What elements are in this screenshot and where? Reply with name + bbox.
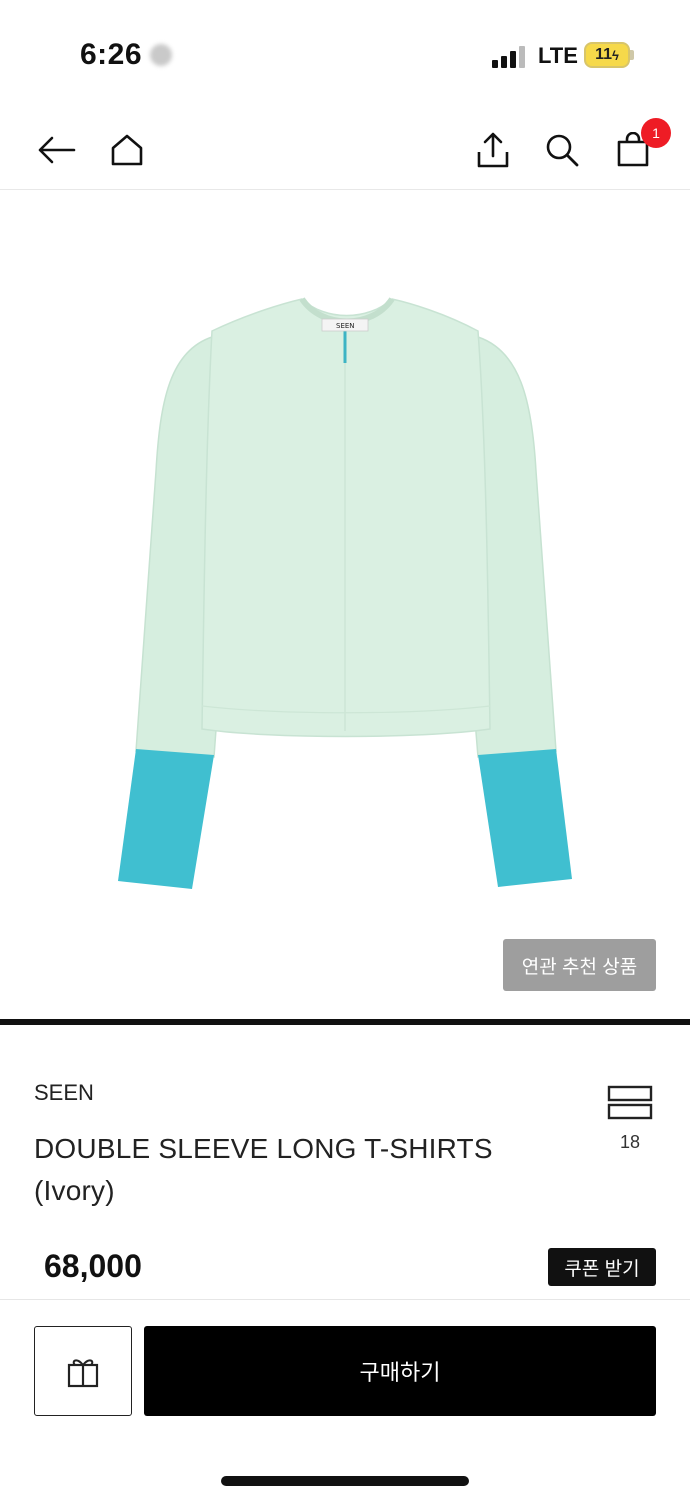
product-title: DOUBLE SLEEVE LONG T-SHIRTS (Ivory)	[34, 1133, 493, 1206]
wishlist-count: 18	[619, 1132, 641, 1152]
signal-icon	[492, 46, 526, 68]
back-arrow-icon[interactable]	[34, 128, 78, 172]
gift-button[interactable]	[34, 1326, 132, 1416]
home-icon[interactable]	[105, 128, 149, 172]
battery-icon: 11 ϟ	[584, 42, 630, 68]
battery-nub	[630, 50, 634, 60]
image-divider	[0, 1019, 690, 1025]
product-image[interactable]: SEEN	[0, 191, 690, 1019]
related-products-button[interactable]: 연관 추천 상품	[503, 939, 656, 991]
gift-icon	[67, 1359, 99, 1388]
shopping-bag-icon[interactable]: 1	[611, 118, 671, 172]
brand-name[interactable]: SEEN	[34, 1080, 94, 1106]
search-icon[interactable]	[540, 128, 584, 172]
info-divider	[0, 1299, 690, 1300]
battery-level: 11	[595, 46, 613, 63]
status-time: 6:26	[80, 38, 143, 71]
cart-count-badge: 1	[641, 118, 671, 148]
wishlist-icon[interactable]	[607, 1085, 653, 1126]
buy-button[interactable]: 구매하기	[144, 1326, 656, 1416]
shirt-label: SEEN	[336, 322, 355, 330]
home-indicator[interactable]	[221, 1476, 469, 1486]
status-bar: 6:26 LTE 11 ϟ	[0, 0, 690, 110]
product-price: 68,000	[44, 1248, 142, 1284]
status-indicator-icon	[150, 44, 172, 66]
coupon-button[interactable]: 쿠폰 받기	[548, 1248, 656, 1286]
shirt-illustration: SEEN	[118, 297, 572, 889]
nav-bar: 1	[0, 110, 690, 190]
network-type: LTE	[538, 43, 578, 68]
share-icon[interactable]	[471, 128, 515, 172]
